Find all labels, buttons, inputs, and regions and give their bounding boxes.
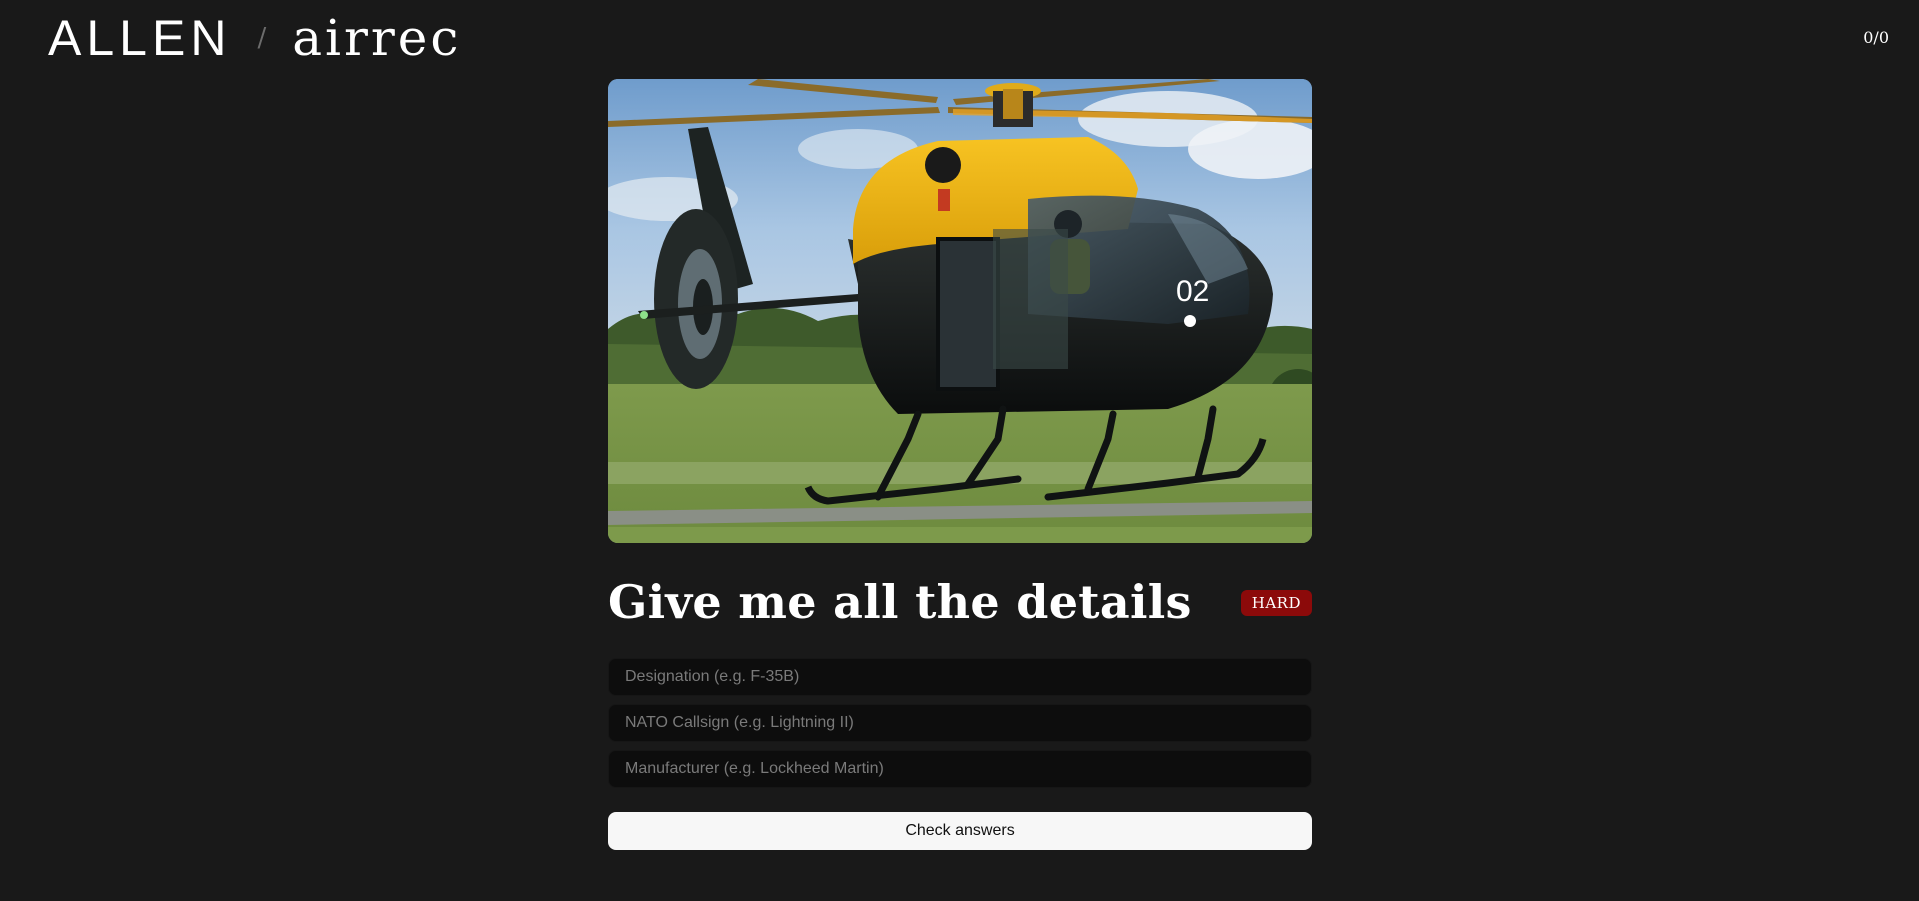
brand-name: ALLEN bbox=[48, 10, 232, 66]
page-title: Give me all the details bbox=[608, 575, 1192, 629]
nato-callsign-input[interactable] bbox=[608, 704, 1312, 742]
manufacturer-input[interactable] bbox=[608, 750, 1312, 788]
brand-logo[interactable]: ALLEN / airrec bbox=[48, 8, 461, 68]
difficulty-badge: HARD bbox=[1240, 590, 1312, 616]
check-answers-button[interactable]: Check answers bbox=[608, 812, 1312, 850]
designation-input[interactable] bbox=[608, 658, 1312, 696]
quiz-card: 02 Give me all the details HARD Check an… bbox=[608, 79, 1312, 850]
tail-number: 02 bbox=[1176, 275, 1209, 308]
quiz-heading-row: Give me all the details HARD bbox=[608, 573, 1312, 631]
answer-form bbox=[608, 658, 1312, 788]
app-name: airrec bbox=[292, 9, 462, 67]
aircraft-photo: 02 bbox=[608, 79, 1312, 543]
brand-separator: / bbox=[257, 23, 267, 53]
score-counter: 0/0 bbox=[1863, 28, 1889, 47]
helicopter-image: 02 bbox=[608, 79, 1312, 543]
